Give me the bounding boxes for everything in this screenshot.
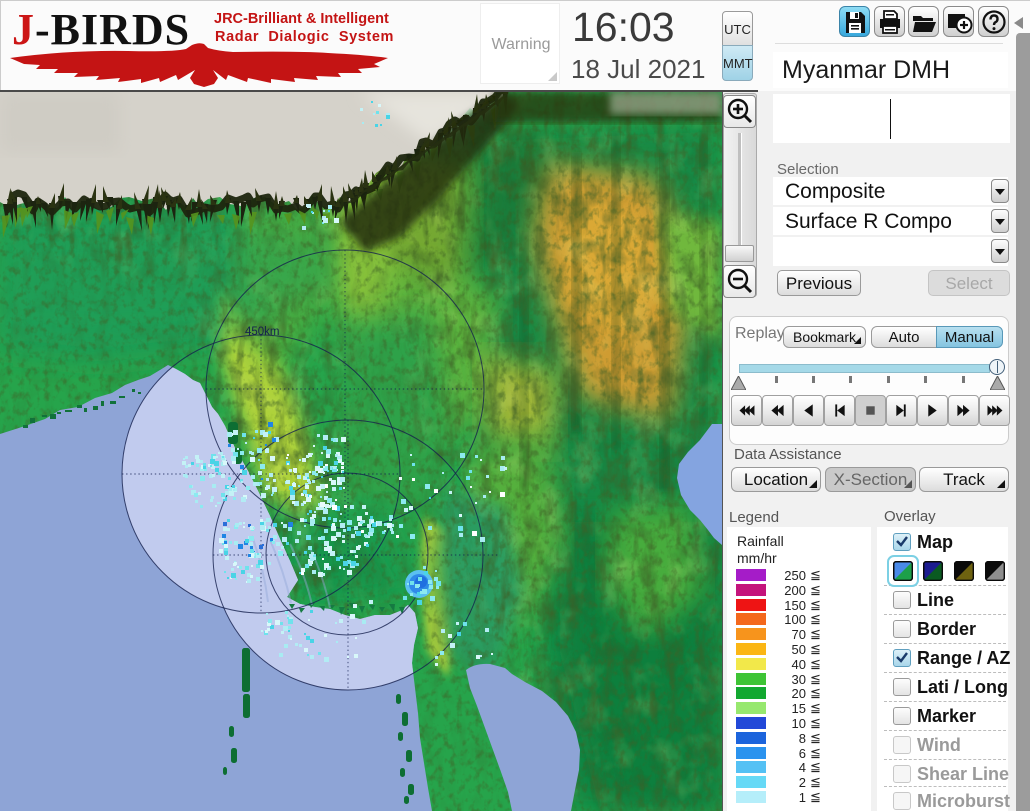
svg-text:450km: 450km [245,326,280,338]
